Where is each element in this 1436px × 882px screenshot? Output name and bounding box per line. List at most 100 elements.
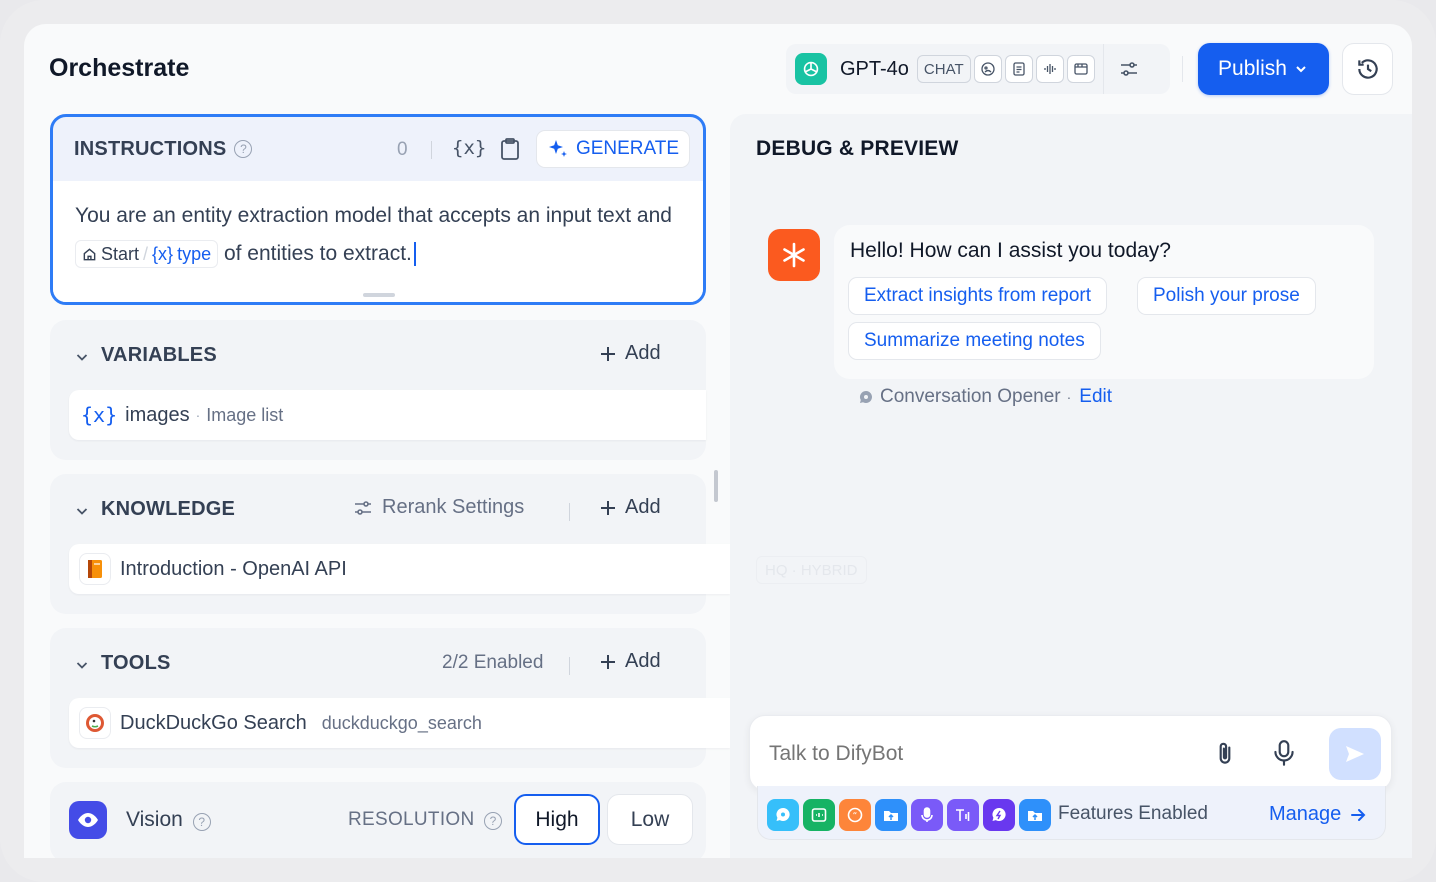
knowledge-header[interactable]: KNOWLEDGE Rerank Settings Add <box>50 474 706 550</box>
resolution-title: RESOLUTION <box>348 809 475 830</box>
insert-variable-icon[interactable]: {x} <box>452 137 486 159</box>
clipboard-icon[interactable] <box>499 137 521 166</box>
add-label: Add <box>625 496 661 518</box>
duckduckgo-icon <box>79 707 111 739</box>
bot-message: Hello! How can I assist you today? Extra… <box>834 225 1374 379</box>
feature-icons: “ <box>767 799 1051 831</box>
chip-var-name: type <box>177 244 212 265</box>
chip-separator: / <box>143 244 149 265</box>
audio-capability-icon <box>1035 55 1064 83</box>
retrieval-tag: HQ · HYBRID <box>756 556 867 584</box>
manage-features-button[interactable]: Manage <box>1269 803 1367 826</box>
features-bar: “ Features Enabled Manage <box>757 786 1386 840</box>
greeting-text: Hello! How can I assist you today? <box>850 239 1171 262</box>
variables-panel: VARIABLES Add {x} images · Image list <box>50 320 706 460</box>
opener-separator: · <box>1066 389 1072 405</box>
arrow-right-icon <box>1351 808 1366 821</box>
svg-text:“: “ <box>853 812 858 822</box>
paperclip-icon[interactable] <box>1212 740 1238 773</box>
add-tool-button[interactable]: Add <box>599 650 661 673</box>
prompt-text: You are an entity extraction model that … <box>75 204 672 227</box>
chevron-down-icon[interactable] <box>74 657 90 673</box>
divider <box>569 503 570 521</box>
vision-title: Vision <box>126 808 183 831</box>
add-knowledge-button[interactable]: Add <box>599 496 661 519</box>
page-title: Orchestrate <box>49 54 190 82</box>
sparkle-icon <box>548 140 567 157</box>
knowledge-item[interactable]: Introduction - OpenAI API <box>69 544 730 594</box>
moderation-icon <box>983 799 1015 831</box>
chat-input-box[interactable] <box>749 715 1392 791</box>
tools-enabled-count: 2/2 Enabled <box>442 652 544 673</box>
variables-label: VARIABLES <box>101 344 217 366</box>
char-counter: 0 <box>397 139 408 160</box>
history-button[interactable] <box>1342 43 1393 95</box>
add-variable-button[interactable]: Add <box>599 342 661 365</box>
add-label: Add <box>625 650 661 672</box>
chat-input[interactable] <box>769 742 1189 766</box>
chevron-down-icon[interactable] <box>74 349 90 365</box>
tool-id: duckduckgo_search <box>321 712 482 733</box>
edit-opener-link[interactable]: Edit <box>1079 386 1112 408</box>
model-mode-badge: CHAT <box>916 55 971 83</box>
video-capability-icon <box>1066 55 1095 83</box>
instructions-panel: INSTRUCTIONS ? 0 {x} GENERATE You are an… <box>50 114 706 305</box>
vision-label: Vision ? <box>126 808 211 832</box>
help-icon[interactable]: ? <box>484 812 503 830</box>
home-icon <box>83 248 96 261</box>
microphone-icon[interactable] <box>1271 738 1297 773</box>
variable-chip: Start / {x} type <box>75 240 219 269</box>
document-capability-icon <box>1004 55 1033 83</box>
chevron-down-icon[interactable] <box>74 503 90 519</box>
resolution-high-button[interactable]: High <box>514 794 600 845</box>
asterisk-icon <box>783 242 805 268</box>
chip-node-name: Start <box>101 244 140 265</box>
tools-panel: TOOLS 2/2 Enabled Add DuckDuckGo Search … <box>50 628 730 768</box>
knowledge-label: KNOWLEDGE <box>101 498 236 520</box>
help-icon[interactable]: ? <box>234 140 253 158</box>
variable-item[interactable]: {x} images · Image list <box>69 390 706 440</box>
instructions-editor[interactable]: You are an entity extraction model that … <box>53 181 703 302</box>
file-upload-icon <box>875 799 907 831</box>
variable-name: images <box>125 403 190 426</box>
resolution-label: RESOLUTION ? <box>348 809 503 831</box>
device-frame: Orchestrate GPT-4o CHAT Publish INSTRUCT… <box>0 0 1436 882</box>
conversation-opener: Conversation Opener · Edit <box>858 386 1112 408</box>
suggested-question[interactable]: Extract insights from report <box>848 277 1108 315</box>
generate-label: GENERATE <box>575 138 680 159</box>
debug-preview-panel: DEBUG & PREVIEW Hello! How can I assist … <box>730 114 1412 858</box>
model-settings-icon[interactable] <box>1104 44 1154 94</box>
scrollbar[interactable] <box>714 470 718 502</box>
suggested-question[interactable]: Summarize meeting notes <box>848 322 1101 360</box>
settings-sliders-icon <box>355 500 371 515</box>
model-name: GPT-4o <box>840 57 909 80</box>
publish-button[interactable]: Publish <box>1198 43 1329 95</box>
history-icon <box>1357 59 1378 79</box>
citation-icon: “ <box>839 799 871 831</box>
book-icon <box>79 553 111 585</box>
openai-logo-icon <box>795 53 827 85</box>
knowledge-panel: KNOWLEDGE Rerank Settings Add Introducti… <box>50 474 730 614</box>
tool-item[interactable]: DuckDuckGo Search duckduckgo_search <box>69 698 730 748</box>
generate-button[interactable]: GENERATE <box>536 130 690 168</box>
tools-header[interactable]: TOOLS 2/2 Enabled Add <box>50 628 706 704</box>
rerank-label: Rerank Settings <box>382 496 525 518</box>
resize-handle[interactable] <box>363 293 395 297</box>
divider <box>1182 56 1183 82</box>
rerank-settings-button[interactable]: Rerank Settings <box>352 496 524 519</box>
variables-header[interactable]: VARIABLES Add <box>50 320 706 396</box>
help-icon[interactable]: ? <box>192 813 211 831</box>
send-button[interactable] <box>1329 728 1381 780</box>
suggested-question[interactable]: Polish your prose <box>1137 277 1316 315</box>
publish-label: Publish <box>1218 57 1287 80</box>
instructions-label: INSTRUCTIONS <box>74 137 227 160</box>
text-to-speech-icon <box>947 799 979 831</box>
opener-label: Conversation Opener <box>880 386 1061 407</box>
knowledge-name: Introduction - OpenAI API <box>120 557 347 580</box>
tools-label: TOOLS <box>101 652 171 674</box>
variable-separator: · <box>195 407 201 423</box>
divider <box>569 657 570 675</box>
resolution-low-button[interactable]: Low <box>607 794 693 845</box>
bot-avatar <box>768 229 820 281</box>
model-selector[interactable]: GPT-4o CHAT <box>786 44 1170 94</box>
